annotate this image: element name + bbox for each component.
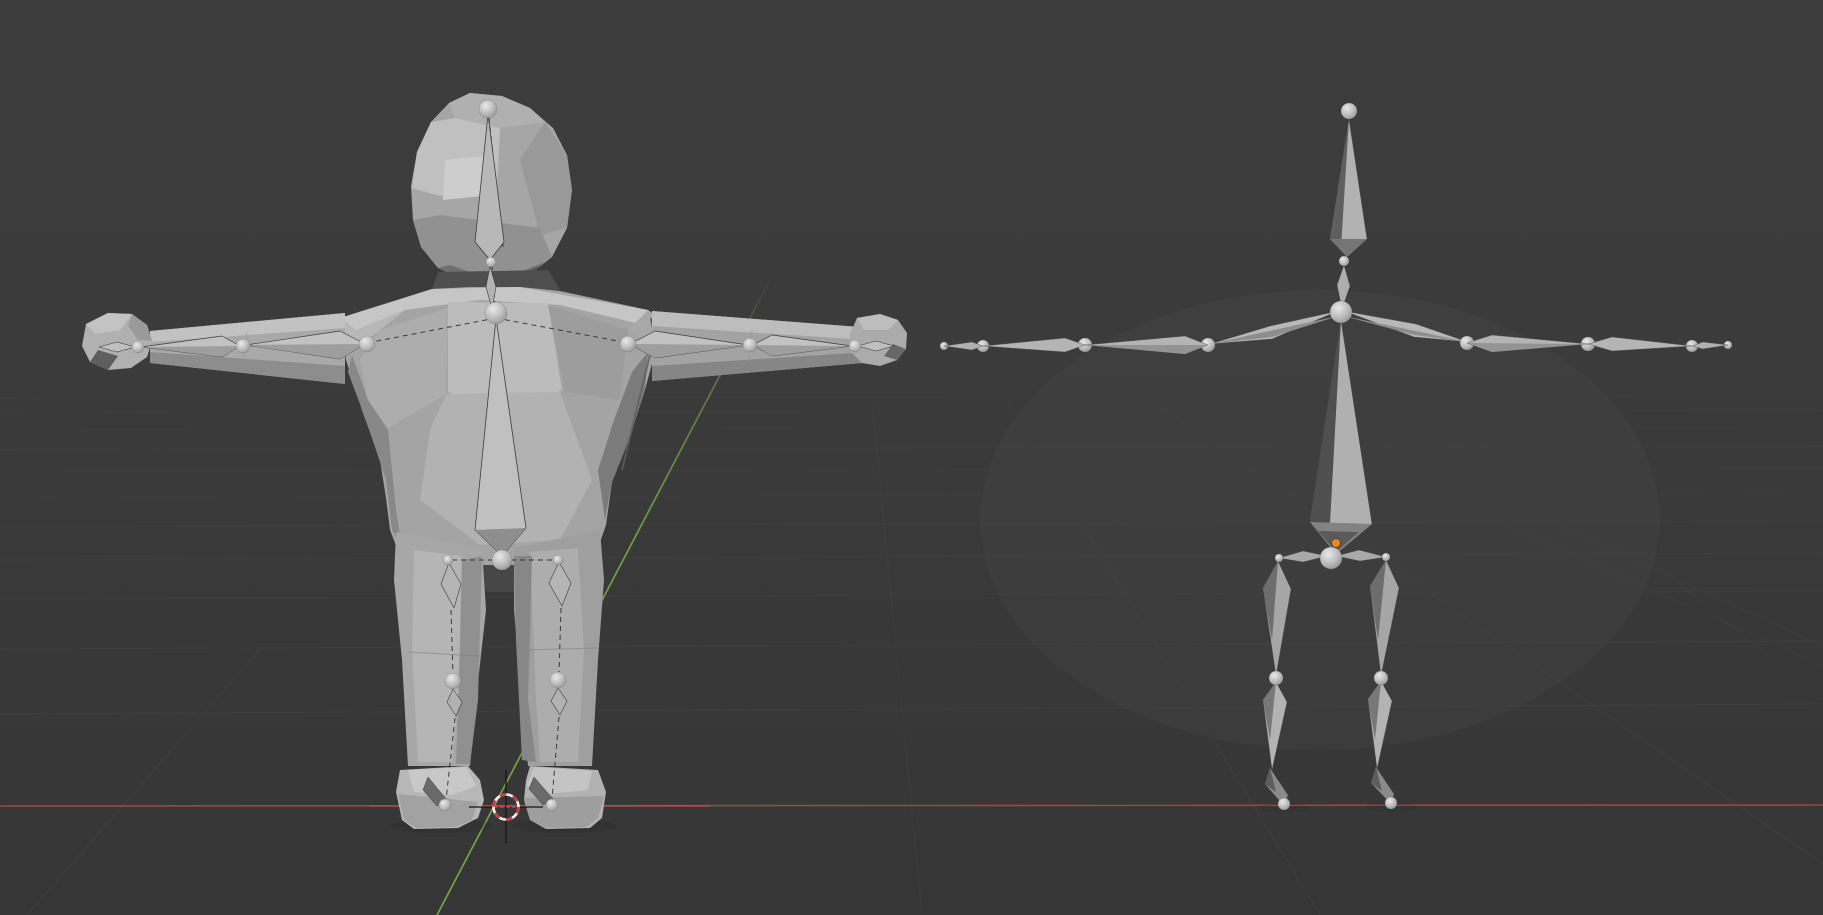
joint-sphere	[1339, 256, 1349, 266]
joint-sphere	[1320, 547, 1342, 569]
joint-sphere	[1341, 103, 1357, 119]
joint-sphere	[1385, 797, 1397, 809]
joint-sphere	[1382, 553, 1390, 561]
joint-sphere	[492, 550, 512, 570]
joint-sphere	[743, 338, 757, 352]
joint-sphere	[479, 100, 497, 118]
joint-sphere	[1330, 301, 1352, 323]
joint-sphere	[1275, 554, 1283, 562]
joint-sphere	[1374, 671, 1388, 685]
joint-sphere	[236, 339, 250, 353]
joint-sphere	[546, 799, 558, 811]
joint-sphere	[486, 257, 496, 267]
joint-sphere	[553, 555, 563, 565]
joint-sphere	[620, 336, 636, 352]
joint-sphere	[443, 555, 453, 565]
joint-sphere	[445, 673, 461, 689]
joint-sphere	[359, 336, 375, 352]
joint-sphere	[132, 341, 144, 353]
joint-sphere	[439, 799, 451, 811]
joint-sphere	[550, 672, 566, 688]
viewport-canvas[interactable]	[0, 0, 1823, 915]
joint-sphere	[849, 340, 861, 352]
joint-sphere	[485, 302, 507, 324]
blender-3d-viewport[interactable]	[0, 0, 1823, 915]
joint-sphere	[1278, 798, 1290, 810]
joint-sphere	[1269, 671, 1283, 685]
